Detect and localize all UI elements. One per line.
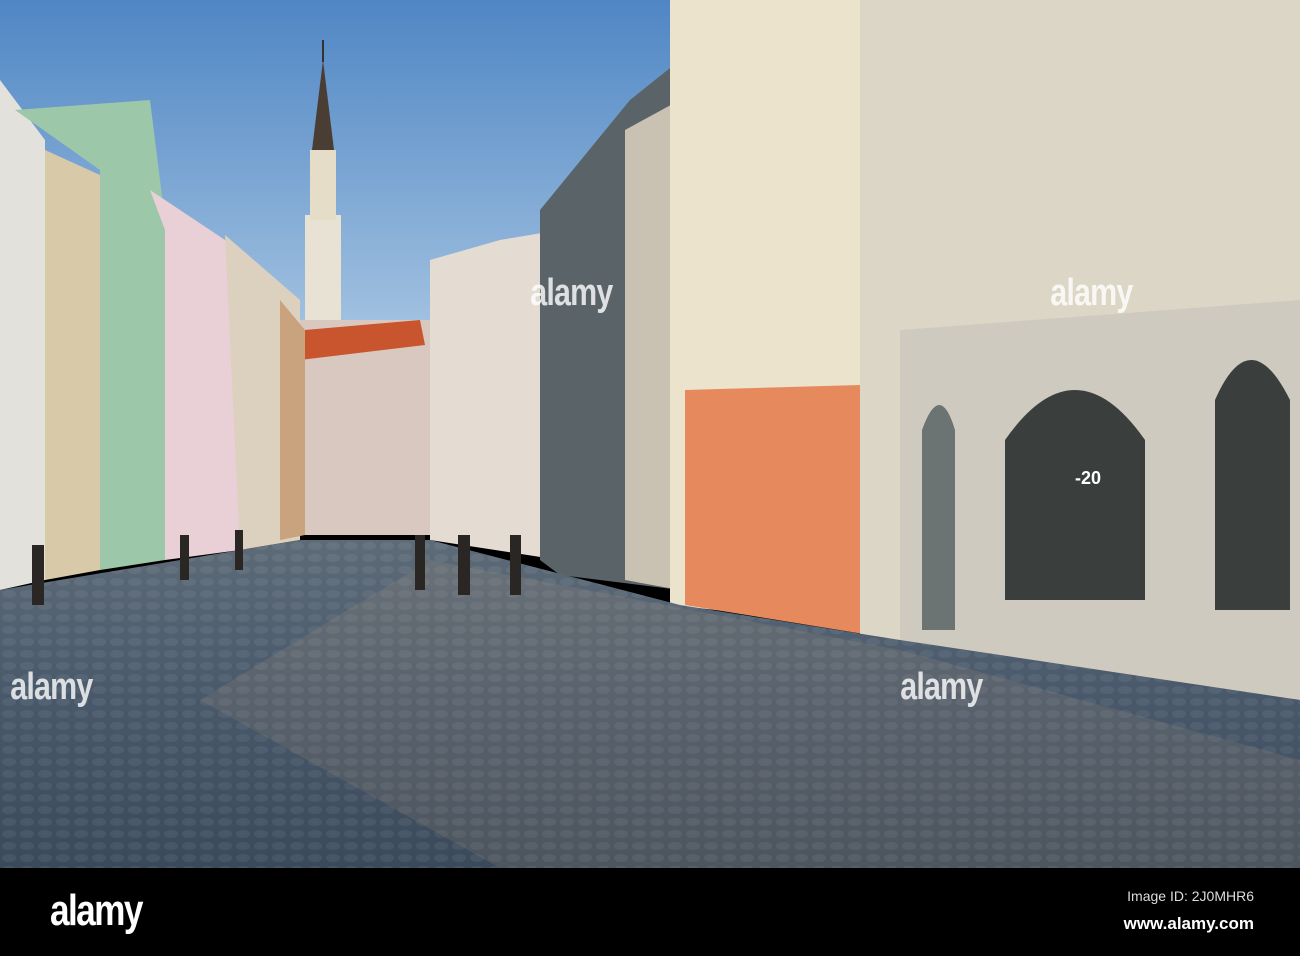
image-id: Image ID: 2J0MHR6 [1127,888,1254,904]
watermark: alamy [900,666,983,708]
street-photo [0,0,1300,868]
watermark: alamy [530,272,613,314]
watermark: alamy [1050,272,1133,314]
site-url: www.alamy.com [1123,914,1254,933]
watermark: alamy [10,666,93,708]
footer-bar: alamy Image ID: 2J0MHR6 www.alamy.com [0,868,1300,956]
shop-sign: -20 [1075,468,1102,488]
alamy-logo: alamy [50,886,143,935]
